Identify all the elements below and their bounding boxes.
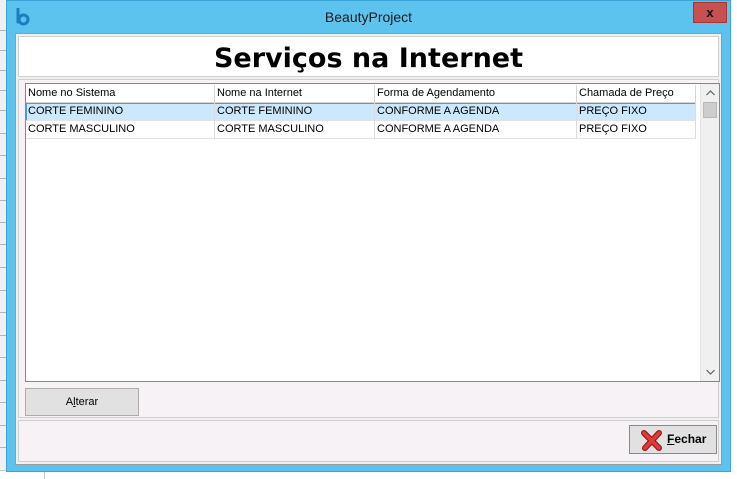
scroll-thumb[interactable] bbox=[703, 102, 717, 118]
header-panel: Serviços na Internet bbox=[18, 36, 719, 77]
column-header-nome-internet[interactable]: Nome na Internet bbox=[215, 85, 375, 103]
cell-nome-internet[interactable]: CORTE MASCULINO bbox=[215, 121, 375, 139]
title-bar[interactable]: BeautyProject x bbox=[7, 1, 730, 33]
window-client-area: Serviços na Internet Nome no Sistema Nom… bbox=[15, 33, 722, 465]
grid-body: Nome no Sistema Nome na Internet Forma d… bbox=[26, 84, 700, 381]
chevron-down-icon bbox=[705, 369, 715, 375]
chevron-up-icon bbox=[705, 90, 715, 96]
services-grid[interactable]: Nome no Sistema Nome na Internet Forma d… bbox=[25, 83, 720, 382]
alterar-label-rest: terar bbox=[75, 396, 99, 408]
scroll-down-button[interactable] bbox=[702, 364, 718, 380]
table-row[interactable]: CORTE FEMININO CORTE FEMININO CONFORME A… bbox=[26, 103, 696, 121]
close-button[interactable]: x bbox=[693, 2, 727, 23]
column-header-nome-sistema[interactable]: Nome no Sistema bbox=[26, 85, 215, 103]
page-title: Serviços na Internet bbox=[213, 43, 524, 74]
scroll-up-button[interactable] bbox=[702, 85, 718, 101]
cell-nome-sistema[interactable]: CORTE FEMININO bbox=[26, 103, 215, 121]
cell-chamada-preco[interactable]: PREÇO FIXO bbox=[577, 103, 696, 121]
cell-nome-sistema[interactable]: CORTE MASCULINO bbox=[26, 121, 215, 139]
red-x-icon bbox=[641, 429, 663, 451]
grid-header-row: Nome no Sistema Nome na Internet Forma d… bbox=[26, 85, 696, 103]
column-header-forma-agendamento[interactable]: Forma de Agendamento bbox=[375, 85, 577, 103]
alterar-button[interactable]: Alterar bbox=[25, 388, 139, 416]
fechar-label: Fechar bbox=[667, 426, 706, 453]
app-window: BeautyProject x Serviços na Internet Nom… bbox=[6, 0, 731, 472]
window-title: BeautyProject bbox=[324, 9, 413, 25]
close-icon: x bbox=[706, 5, 714, 20]
cell-forma-agendamento[interactable]: CONFORME A AGENDA bbox=[375, 121, 577, 139]
footer-panel: Fechar bbox=[18, 420, 719, 462]
cell-forma-agendamento[interactable]: CONFORME A AGENDA bbox=[375, 103, 577, 121]
table-row[interactable]: CORTE MASCULINO CORTE MASCULINO CONFORME… bbox=[26, 121, 696, 139]
content-panel: Nome no Sistema Nome na Internet Forma d… bbox=[18, 79, 720, 418]
cell-nome-internet[interactable]: CORTE FEMININO bbox=[215, 103, 375, 121]
column-header-chamada-preco[interactable]: Chamada de Preço bbox=[577, 85, 696, 103]
fechar-button[interactable]: Fechar bbox=[629, 425, 717, 454]
vertical-scrollbar[interactable] bbox=[700, 84, 719, 381]
cell-chamada-preco[interactable]: PREÇO FIXO bbox=[577, 121, 696, 139]
fechar-label-rest: echar bbox=[674, 432, 707, 446]
